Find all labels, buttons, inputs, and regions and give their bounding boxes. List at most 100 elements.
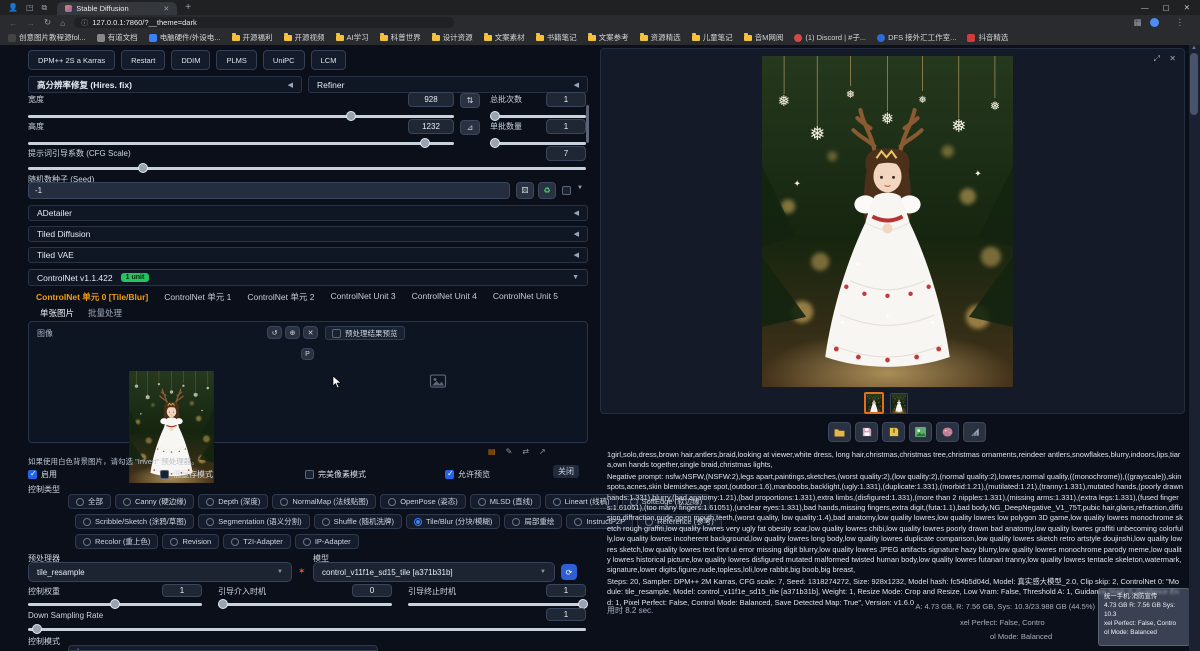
- scrollbar-thumb[interactable]: [1190, 53, 1198, 115]
- tab-controlnet-unit-4[interactable]: ControlNet Unit 4: [412, 291, 477, 303]
- batch-size-slider[interactable]: [490, 142, 586, 145]
- preview-result-chip[interactable]: 预处理结果预览: [325, 326, 405, 340]
- controlnet-accordion[interactable]: ControlNet v1.1.422 1 unit ▼: [28, 269, 588, 286]
- control-weight-input[interactable]: 1: [162, 584, 202, 597]
- pixel-perfect-option[interactable]: 完美像素模式: [305, 469, 366, 480]
- bookmark-item[interactable]: 抖音精选: [967, 32, 1008, 43]
- minimize-button[interactable]: —: [1141, 3, 1149, 12]
- back-icon[interactable]: ←: [9, 18, 18, 28]
- scroll-up-icon[interactable]: ▲: [1191, 45, 1197, 51]
- batch-count-slider[interactable]: [490, 115, 586, 118]
- bookmark-item[interactable]: 设计资源: [432, 32, 473, 43]
- slider-handle[interactable]: [490, 138, 500, 148]
- extensions-icon[interactable]: ▦: [1133, 17, 1141, 28]
- tab-group-icon[interactable]: ⧉: [42, 3, 48, 13]
- home-icon[interactable]: ⌂: [60, 18, 65, 28]
- tab-close-icon[interactable]: ✕: [163, 5, 169, 13]
- window-scrollbar[interactable]: ▲: [1189, 45, 1200, 651]
- reload-icon[interactable]: ↻: [44, 17, 51, 28]
- sampler-option[interactable]: DDIM: [171, 50, 210, 70]
- send-to-extras-button[interactable]: [963, 422, 986, 442]
- bookmark-item[interactable]: 书籍笔记: [536, 32, 577, 43]
- guidance-start-input[interactable]: 0: [352, 584, 392, 597]
- control-type-option[interactable]: 全部: [68, 494, 111, 509]
- allow-preview-option[interactable]: 允许预览: [445, 469, 490, 480]
- address-bar[interactable]: ⓘ 127.0.0.1:7860/?__theme=dark: [74, 17, 454, 28]
- tab-search-icon[interactable]: ◳: [26, 3, 34, 12]
- guidance-start-slider[interactable]: [218, 603, 392, 606]
- model-select[interactable]: control_v11f1e_sd15_tile [a371b31b] ▼: [313, 562, 555, 582]
- bookmark-item[interactable]: 开源福利: [232, 32, 273, 43]
- close-gallery-icon[interactable]: ✕: [1169, 54, 1176, 63]
- control-type-option[interactable]: Shuffle (随机洗牌): [314, 514, 402, 529]
- tab-controlnet-unit-3[interactable]: ControlNet Unit 3: [330, 291, 395, 303]
- lowvram-option[interactable]: 低显存模式: [160, 469, 213, 480]
- bookmark-item[interactable]: 创意图片教程源fol...: [8, 32, 86, 43]
- control-type-option[interactable]: MLSD (直线): [470, 494, 541, 509]
- control-type-option[interactable]: Revision: [162, 534, 219, 549]
- enable-checkbox[interactable]: [28, 470, 37, 479]
- preview-checkbox[interactable]: [332, 329, 341, 338]
- seed-dropdown-icon[interactable]: ▼: [577, 185, 583, 191]
- bookmark-item[interactable]: 文案素材: [484, 32, 525, 43]
- doc-icon[interactable]: ▤: [488, 447, 496, 456]
- save-zip-button[interactable]: [882, 422, 905, 442]
- control-type-option[interactable]: OpenPose (姿态): [380, 494, 466, 509]
- tab-controlnet-unit-5[interactable]: ControlNet Unit 5: [493, 291, 558, 303]
- bookmark-item[interactable]: 音M网阅: [744, 32, 784, 43]
- bookmark-item[interactable]: 科普世界: [380, 32, 421, 43]
- pin-icon[interactable]: P: [301, 348, 314, 360]
- bookmark-item[interactable]: AI学习: [336, 32, 369, 43]
- site-info-icon[interactable]: ⓘ: [81, 18, 88, 28]
- close-button[interactable]: ✕: [1184, 3, 1190, 12]
- send-dimensions-icon[interactable]: ↗: [539, 447, 546, 456]
- bookmark-item[interactable]: 开源视频: [284, 32, 325, 43]
- tiled-vae-accordion[interactable]: Tiled VAE ◀: [28, 247, 588, 263]
- seed-input[interactable]: -1: [28, 182, 510, 199]
- undo-icon[interactable]: ↺: [267, 326, 282, 339]
- remove-image-icon[interactable]: ✕: [303, 326, 318, 339]
- open-folder-button[interactable]: [828, 422, 851, 442]
- bookmark-item[interactable]: 电脑硬件/外设电...: [149, 32, 221, 43]
- gallery-thumbnail[interactable]: [890, 393, 908, 414]
- bookmark-item[interactable]: 有道文档: [97, 32, 138, 43]
- send-to-img2img-button[interactable]: [909, 422, 932, 442]
- browser-tab[interactable]: Stable Diffusion ✕: [57, 2, 177, 15]
- link-dimensions-icon[interactable]: ⇄: [522, 447, 529, 456]
- control-type-option[interactable]: NormalMap (法线贴图): [272, 494, 376, 509]
- sampler-option[interactable]: DPM++ 2S a Karras: [28, 50, 115, 70]
- tab-controlnet-unit-0[interactable]: ControlNet 单元 0 [Tile/Blur]: [36, 291, 148, 303]
- height-slider[interactable]: [28, 142, 454, 145]
- close-preview-button[interactable]: 关闭: [553, 465, 579, 478]
- enable-option[interactable]: 启用: [28, 469, 57, 480]
- sampler-option[interactable]: UniPC: [263, 50, 305, 70]
- add-image-icon[interactable]: ⊕: [285, 326, 300, 339]
- bookmark-item[interactable]: (1) Discord | #子...: [794, 32, 866, 43]
- gallery-thumbnail-selected[interactable]: [864, 392, 884, 414]
- control-type-option[interactable]: Scribble/Sketch (涂鸦/草图): [75, 514, 194, 529]
- refiner-accordion[interactable]: Refiner ◀: [308, 76, 588, 93]
- bookmark-item[interactable]: 儿童笔记: [692, 32, 733, 43]
- seed-extra-checkbox[interactable]: [562, 186, 571, 195]
- adetailer-accordion[interactable]: ADetailer ◀: [28, 205, 588, 221]
- downsample-slider[interactable]: [28, 628, 586, 631]
- browser-menu-icon[interactable]: ⋮: [1176, 17, 1185, 28]
- slider-handle[interactable]: [490, 111, 500, 121]
- auto-size-button[interactable]: ⊿: [460, 120, 480, 135]
- reuse-seed-button[interactable]: ♻: [538, 182, 556, 199]
- batch-size-input[interactable]: 1: [546, 119, 586, 134]
- batch-count-input[interactable]: 1: [546, 92, 586, 107]
- control-type-option[interactable]: IP-Adapter: [295, 534, 359, 549]
- profile-icon[interactable]: 👤: [8, 3, 18, 12]
- control-type-option-tile-blur[interactable]: Tile/Blur (分块/模糊): [406, 514, 500, 529]
- slider-handle[interactable]: [32, 624, 42, 634]
- bookmark-item[interactable]: 文案参考: [588, 32, 629, 43]
- pixel-perfect-checkbox[interactable]: [305, 470, 314, 479]
- height-input[interactable]: 1232: [408, 119, 454, 134]
- slider-handle[interactable]: [420, 138, 430, 148]
- preprocessor-select[interactable]: tile_resample ▼: [28, 562, 292, 582]
- fullscreen-icon[interactable]: ⤢: [1154, 54, 1160, 64]
- left-panel-scrollbar[interactable]: [586, 105, 589, 143]
- controlnet-image-dropzone[interactable]: 图像 ↺ ⊕ ✕ 预处理结果预览 P 关闭: [28, 321, 588, 443]
- downsample-input[interactable]: 1: [546, 608, 586, 621]
